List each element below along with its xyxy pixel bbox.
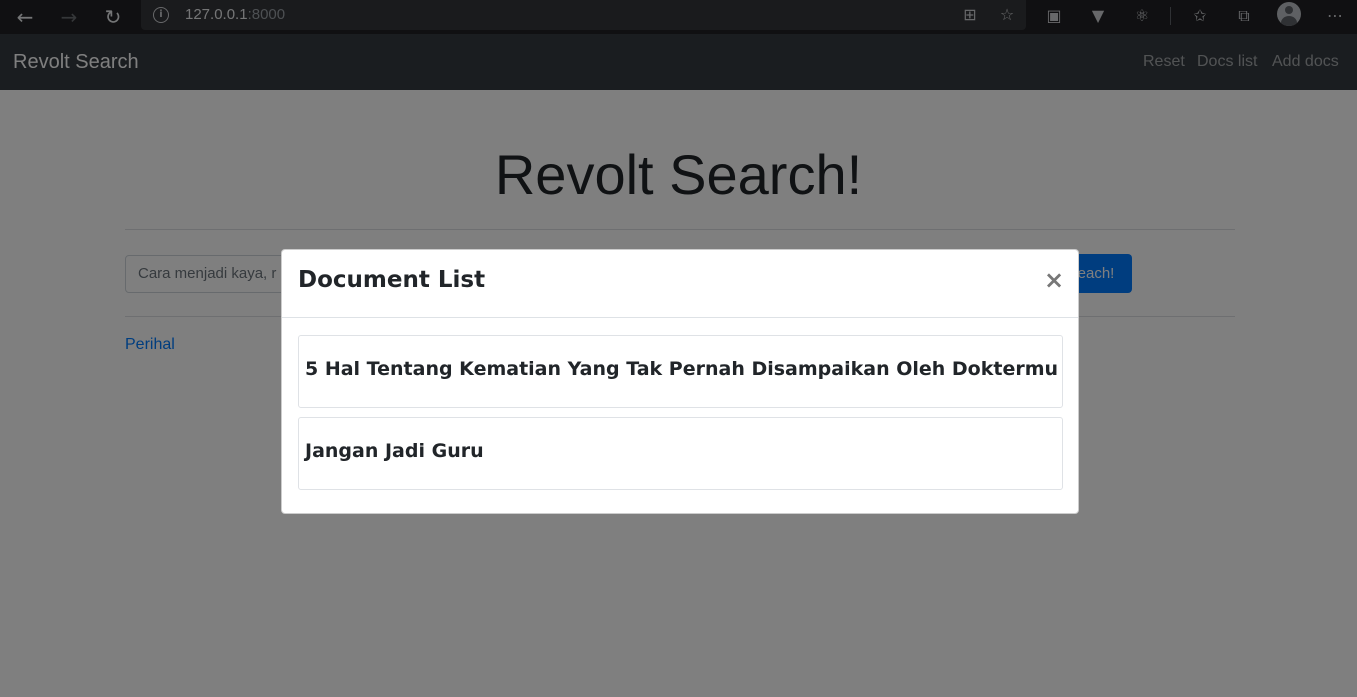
close-icon[interactable]: × <box>1042 266 1066 294</box>
document-list-item[interactable]: Jangan Jadi Guru <box>298 417 1063 490</box>
document-list-modal: Document List × 5 Hal Tentang Kematian Y… <box>281 249 1079 514</box>
document-list-item[interactable]: 5 Hal Tentang Kematian Yang Tak Pernah D… <box>298 335 1063 408</box>
document-title[interactable]: Jangan Jadi Guru <box>305 440 484 462</box>
modal-title: Document List <box>298 267 486 293</box>
document-title[interactable]: 5 Hal Tentang Kematian Yang Tak Pernah D… <box>305 358 1058 380</box>
modal-header: Document List × <box>282 250 1078 318</box>
